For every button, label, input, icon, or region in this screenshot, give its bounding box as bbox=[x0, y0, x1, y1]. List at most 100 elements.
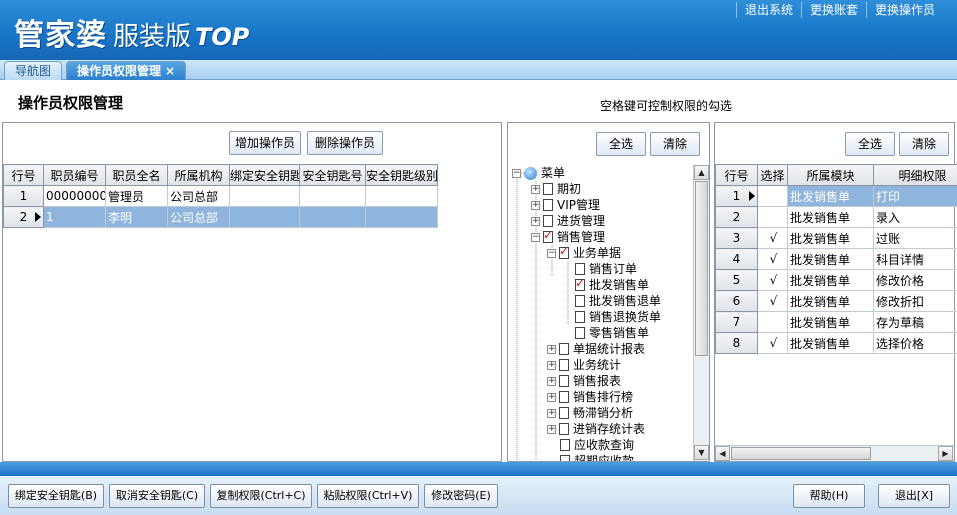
brand-top: TOP bbox=[195, 23, 250, 51]
col-row-number[interactable]: 行号 bbox=[3, 164, 44, 186]
tree-node-vip[interactable]: + VIP管理 bbox=[531, 197, 600, 213]
select-checkbox-cell[interactable]: √ bbox=[757, 227, 788, 249]
table-row[interactable]: 4 √ 批发销售单 科目详情 bbox=[715, 248, 957, 270]
collapse-icon[interactable]: − bbox=[547, 248, 556, 258]
close-icon[interactable]: × bbox=[165, 64, 175, 78]
switch-operator-link[interactable]: 更换操作员 bbox=[865, 2, 943, 18]
tree-node-label: 期初 bbox=[557, 182, 582, 196]
expand-icon[interactable]: + bbox=[531, 200, 540, 210]
expand-icon[interactable]: + bbox=[547, 360, 556, 370]
collapse-icon[interactable]: − bbox=[531, 232, 540, 242]
perm-select-all-button[interactable]: 全选 bbox=[845, 132, 895, 156]
row-number: 4 bbox=[715, 248, 758, 270]
select-checkbox-cell[interactable]: √ bbox=[757, 248, 788, 270]
tree-node-inventory-stats[interactable]: + 进销存统计表 bbox=[547, 421, 645, 437]
col-bind-key[interactable]: 绑定安全钥匙 bbox=[229, 164, 300, 186]
select-checkbox-cell[interactable] bbox=[757, 206, 788, 228]
table-row[interactable]: 6 √ 批发销售单 修改折扣 bbox=[715, 290, 957, 312]
document-icon bbox=[575, 311, 585, 323]
table-row[interactable]: 2 批发销售单 录入 bbox=[715, 206, 957, 228]
delete-operator-button[interactable]: 删除操作员 bbox=[307, 131, 383, 155]
col-employee-code[interactable]: 职员编号 bbox=[43, 164, 106, 186]
tree-node-retail-sale[interactable]: 零售销售单 bbox=[575, 325, 649, 341]
tree-node-root[interactable]: − 菜单 bbox=[512, 165, 565, 181]
expand-icon[interactable]: + bbox=[547, 408, 556, 418]
document-icon bbox=[543, 215, 553, 227]
change-password-button[interactable]: 修改密码(E) bbox=[424, 484, 498, 508]
copy-permission-button[interactable]: 复制权限(Ctrl+C) bbox=[210, 484, 312, 508]
module-cell: 批发销售单 bbox=[787, 290, 874, 312]
select-checkbox-cell[interactable] bbox=[757, 185, 788, 207]
scroll-thumb[interactable] bbox=[731, 447, 871, 460]
tree-select-all-button[interactable]: 全选 bbox=[596, 132, 646, 156]
table-row[interactable]: 5 √ 批发销售单 修改价格 bbox=[715, 269, 957, 291]
tree-node-wholesale-return[interactable]: 批发销售退单 bbox=[575, 293, 661, 309]
tab-bar: 导航图 操作员权限管理 × bbox=[0, 60, 957, 80]
scroll-up-icon[interactable]: ▲ bbox=[694, 165, 709, 180]
tree-clear-button[interactable]: 清除 bbox=[650, 132, 700, 156]
logout-link[interactable]: 退出系统 bbox=[735, 2, 801, 18]
expand-icon[interactable]: + bbox=[547, 392, 556, 402]
tree-node-receivables[interactable]: 应收款查询 bbox=[560, 437, 634, 453]
tree-node-overdue-receivables[interactable]: 超期应收款 bbox=[560, 453, 634, 461]
scroll-down-icon[interactable]: ▼ bbox=[694, 445, 709, 460]
col-employee-name[interactable]: 职员全名 bbox=[105, 164, 168, 186]
tree-node-sales-ranking[interactable]: + 销售排行榜 bbox=[547, 389, 633, 405]
help-button[interactable]: 帮助(H) bbox=[793, 484, 865, 508]
expand-icon[interactable]: + bbox=[531, 184, 540, 194]
tree-vertical-scrollbar[interactable]: ▲ ▼ bbox=[693, 165, 709, 461]
col-key-number[interactable]: 安全钥匙号 bbox=[299, 164, 366, 186]
add-operator-button[interactable]: 增加操作员 bbox=[229, 131, 301, 155]
col-organization[interactable]: 所属机构 bbox=[167, 164, 230, 186]
tab-operator-permissions[interactable]: 操作员权限管理 × bbox=[66, 61, 187, 80]
scroll-right-icon[interactable]: ▶ bbox=[938, 446, 953, 461]
col-detail-permission[interactable]: 明细权限 bbox=[873, 164, 957, 186]
table-row[interactable]: 7 批发销售单 存为草稿 bbox=[715, 311, 957, 333]
tree-node-label: 销售排行榜 bbox=[573, 390, 634, 404]
select-checkbox-cell[interactable]: √ bbox=[757, 332, 788, 354]
row-pointer-icon bbox=[35, 212, 41, 222]
row-number: 6 bbox=[715, 290, 758, 312]
col-key-level[interactable]: 安全钥匙级别 bbox=[365, 164, 438, 186]
table-row[interactable]: 1 批发销售单 打印 bbox=[715, 185, 957, 207]
table-row[interactable]: 1 000000000 管理员 公司总部 bbox=[3, 185, 438, 207]
tree-node-opening[interactable]: + 期初 bbox=[531, 181, 581, 197]
col-row-number[interactable]: 行号 bbox=[715, 164, 758, 186]
tree-node-label: 业务统计 bbox=[573, 358, 622, 372]
tree-node-business-stats[interactable]: + 业务统计 bbox=[547, 357, 621, 373]
table-row[interactable]: 8 √ 批发销售单 选择价格 bbox=[715, 332, 957, 354]
perm-clear-button[interactable]: 清除 bbox=[899, 132, 949, 156]
select-checkbox-cell[interactable]: √ bbox=[757, 290, 788, 312]
collapse-icon[interactable]: − bbox=[512, 168, 521, 178]
expand-icon[interactable]: + bbox=[547, 376, 556, 386]
exit-button[interactable]: 退出[X] bbox=[878, 484, 950, 508]
tree-node-label: 批发销售单 bbox=[589, 278, 650, 292]
table-row[interactable]: 2 1 李明 公司总部 bbox=[3, 206, 438, 228]
scroll-thumb[interactable] bbox=[695, 181, 708, 356]
tree-node-sales-exchange[interactable]: 销售退换货单 bbox=[575, 309, 661, 325]
unbind-key-button[interactable]: 取消安全钥匙(C) bbox=[109, 484, 205, 508]
table-row[interactable]: 3 √ 批发销售单 过账 bbox=[715, 227, 957, 249]
tree-node-sales-report[interactable]: + 销售报表 bbox=[547, 373, 621, 389]
col-select[interactable]: 选择 bbox=[757, 164, 788, 186]
col-module[interactable]: 所属模块 bbox=[787, 164, 874, 186]
bind-key-cell bbox=[229, 185, 300, 207]
paste-permission-button[interactable]: 粘贴权限(Ctrl+V) bbox=[317, 484, 419, 508]
expand-icon[interactable]: + bbox=[547, 344, 556, 354]
select-checkbox-cell[interactable] bbox=[757, 311, 788, 333]
tree-node-doc-stats[interactable]: + 单据统计报表 bbox=[547, 341, 645, 357]
tree-node-business-docs[interactable]: − 业务单据 bbox=[547, 243, 621, 261]
expand-icon[interactable]: + bbox=[531, 216, 540, 226]
bind-key-cell bbox=[229, 206, 300, 228]
select-checkbox-cell[interactable]: √ bbox=[757, 269, 788, 291]
scroll-left-icon[interactable]: ◀ bbox=[715, 446, 730, 461]
switch-account-link[interactable]: 更换账套 bbox=[800, 2, 866, 18]
tree-node-sell-through[interactable]: + 畅滞销分析 bbox=[547, 405, 633, 421]
tree-node-wholesale-sale[interactable]: 批发销售单 bbox=[575, 275, 650, 293]
row-number: 1 bbox=[3, 185, 44, 207]
expand-icon[interactable]: + bbox=[547, 424, 556, 434]
permission-horizontal-scrollbar[interactable]: ◀ ▶ bbox=[715, 445, 954, 461]
permission-cell: 存为草稿 bbox=[873, 311, 957, 333]
tab-navigation[interactable]: 导航图 bbox=[4, 61, 63, 80]
bind-key-button[interactable]: 绑定安全钥匙(B) bbox=[8, 484, 104, 508]
